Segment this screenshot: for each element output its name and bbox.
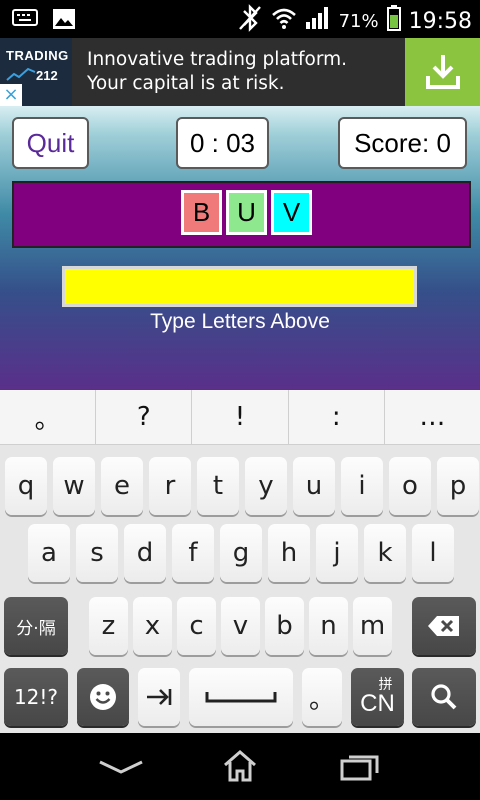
ad-banner[interactable]: TRADING 212 × Innovative trading platfor… (0, 38, 480, 106)
status-time: 19:58 (408, 8, 472, 34)
key-n[interactable]: n (309, 597, 348, 655)
key-j[interactable]: j (316, 524, 358, 582)
quit-button[interactable]: Quit (12, 117, 89, 169)
key-q[interactable]: q (5, 457, 47, 515)
language-key-label: CN (360, 690, 395, 717)
key-t[interactable]: t (197, 457, 239, 515)
emoji-icon (90, 684, 116, 710)
backspace-key[interactable] (412, 597, 476, 655)
search-key[interactable] (412, 668, 476, 726)
ad-line2: Your capital is at risk. (87, 73, 285, 94)
punctuation-key[interactable]: ? (96, 390, 193, 444)
ad-download-button[interactable] (405, 38, 480, 106)
letter-tile: B (181, 190, 222, 235)
status-left-icons (12, 8, 76, 34)
score-display: Score: 0 (338, 117, 467, 169)
key-u[interactable]: u (293, 457, 335, 515)
image-notification-icon (52, 8, 76, 34)
key-k[interactable]: k (364, 524, 406, 582)
game-area: Quit 0 : 03 Score: 0 BUV Type Letters Ab… (0, 106, 480, 390)
navigation-bar (0, 733, 480, 800)
status-bar: 71% 19:58 (0, 0, 480, 38)
key-x[interactable]: x (133, 597, 172, 655)
period-key[interactable]: 。 (302, 668, 342, 726)
key-i[interactable]: i (341, 457, 383, 515)
back-icon[interactable] (98, 759, 144, 779)
emoji-key[interactable] (77, 668, 129, 726)
space-key[interactable] (189, 668, 293, 726)
punctuation-bar: 。?!:… (0, 390, 480, 445)
key-m[interactable]: m (353, 597, 392, 655)
search-icon (431, 684, 457, 710)
punctuation-key[interactable]: : (289, 390, 385, 444)
key-b[interactable]: b (265, 597, 304, 655)
wifi-icon (271, 6, 297, 36)
chart-line-icon (6, 67, 36, 81)
letter-tiles: BUV (181, 190, 312, 235)
backspace-icon (428, 616, 459, 636)
key-y[interactable]: y (245, 457, 287, 515)
key-r[interactable]: r (149, 457, 191, 515)
key-s[interactable]: s (76, 524, 118, 582)
key-w[interactable]: w (53, 457, 95, 515)
key-g[interactable]: g (220, 524, 262, 582)
key-e[interactable]: e (101, 457, 143, 515)
key-f[interactable]: f (172, 524, 214, 582)
recent-apps-icon[interactable] (340, 753, 380, 785)
ad-close-button[interactable]: × (0, 84, 22, 106)
letter-tile: V (271, 190, 312, 235)
letters-panel: BUV (12, 181, 471, 248)
soft-keyboard: 。?!:… q w e r t y u i o p a s d f g h j k l 分·隔 z x c v b n m 12!? 。… (0, 390, 480, 733)
signal-icon (305, 6, 331, 36)
home-icon[interactable] (222, 749, 258, 787)
punctuation-key[interactable]: ! (192, 390, 289, 444)
space-icon (205, 692, 277, 703)
key-v[interactable]: v (221, 597, 260, 655)
key-d[interactable]: d (124, 524, 166, 582)
letter-tile: U (226, 190, 267, 235)
bluetooth-off-icon (237, 4, 263, 38)
ad-text: Innovative trading platform. Your capita… (87, 48, 347, 96)
key-p[interactable]: p (437, 457, 479, 515)
battery-icon (386, 5, 401, 37)
download-icon (425, 55, 460, 89)
punctuation-key[interactable]: 。 (0, 390, 97, 444)
ad-logo-line2: 212 (36, 68, 58, 83)
keyboard-notification-icon (12, 8, 38, 34)
symbols-key[interactable]: 12!? (4, 668, 68, 726)
key-a[interactable]: a (28, 524, 70, 582)
battery-percent: 71% (338, 10, 379, 32)
ad-logo-line1: TRADING (6, 48, 69, 63)
separator-key[interactable]: 分·隔 (4, 597, 68, 655)
answer-input[interactable] (62, 266, 417, 307)
tab-icon (147, 689, 172, 705)
key-l[interactable]: l (412, 524, 454, 582)
timer-display: 0 : 03 (176, 117, 269, 169)
hint-text: Type Letters Above (150, 310, 330, 333)
key-o[interactable]: o (389, 457, 431, 515)
key-z[interactable]: z (89, 597, 128, 655)
ad-line1: Innovative trading platform. (87, 49, 348, 70)
key-c[interactable]: c (177, 597, 216, 655)
punctuation-key[interactable]: … (385, 390, 480, 444)
language-key[interactable]: 拼 CN (351, 668, 404, 726)
status-right-icons: 71% 19:58 (237, 4, 472, 38)
key-h[interactable]: h (268, 524, 310, 582)
tab-key[interactable] (138, 668, 180, 726)
